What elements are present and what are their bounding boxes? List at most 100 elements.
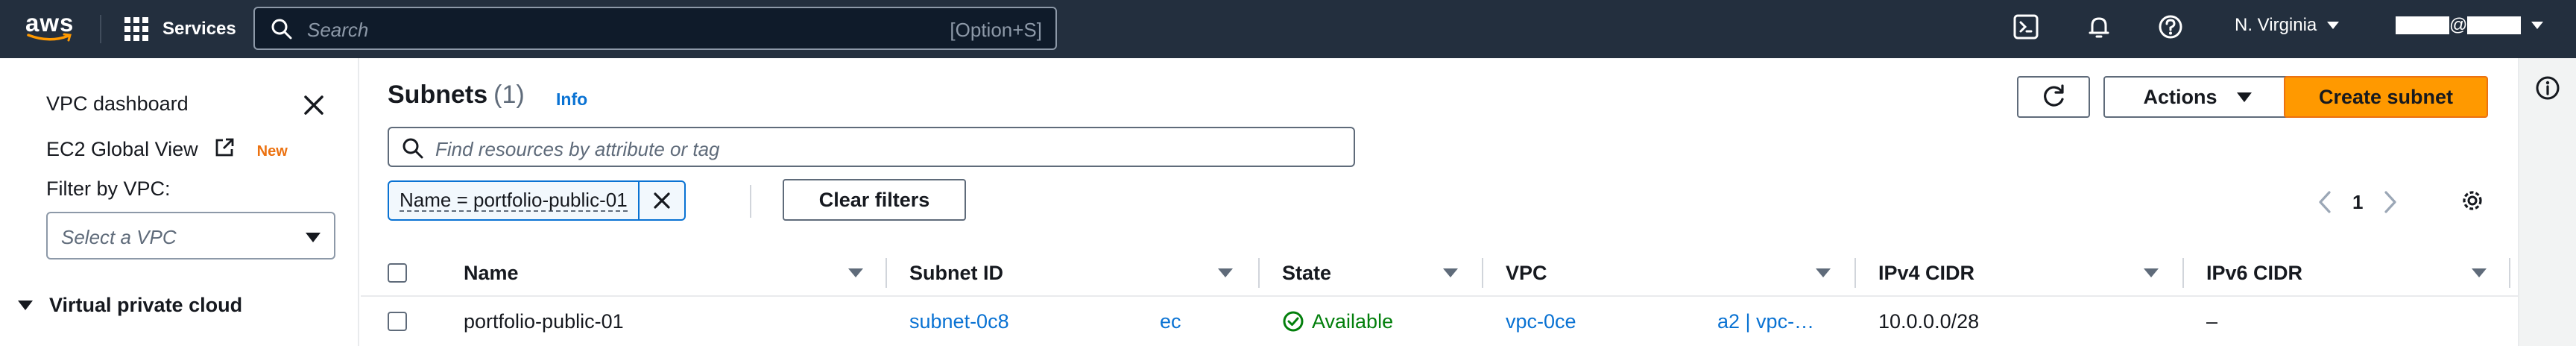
chevron-down-icon bbox=[2327, 22, 2340, 29]
column-resizer[interactable] bbox=[886, 258, 887, 288]
cloudshell-icon[interactable] bbox=[2012, 13, 2042, 43]
column-label: Name bbox=[464, 261, 519, 284]
create-subnet-button[interactable]: Create subnet bbox=[2284, 76, 2488, 118]
filter-token-text: Name = portfolio-public-01 bbox=[400, 189, 628, 212]
column-header-ipv4-cidr[interactable]: IPv4 CIDR bbox=[1878, 249, 1974, 297]
sort-icon[interactable] bbox=[1443, 268, 1458, 277]
cell-vpc-link[interactable]: vpc-0ce bbox=[1506, 297, 1576, 346]
page-title: Subnets (1) bbox=[388, 81, 525, 110]
column-label: VPC bbox=[1506, 261, 1547, 284]
column-label: IPv6 CIDR bbox=[2206, 261, 2303, 284]
column-resizer[interactable] bbox=[1258, 258, 1260, 288]
pagination: 1 bbox=[2317, 189, 2399, 215]
sidebar-item-ec2-global-view[interactable]: EC2 Global View New bbox=[46, 137, 288, 161]
chevron-left-icon[interactable] bbox=[2317, 189, 2333, 215]
table-header: Name Subnet ID State VPC IPv4 CIDR IPv6 … bbox=[361, 249, 2518, 297]
aws-smile-icon bbox=[27, 33, 72, 42]
cell-subnet-id-link[interactable]: subnet-0c8 bbox=[909, 297, 1009, 346]
ec2-global-view-label: EC2 Global View bbox=[46, 138, 198, 160]
new-badge: New bbox=[256, 143, 288, 160]
sort-icon[interactable] bbox=[2472, 268, 2487, 277]
column-label: State bbox=[1282, 261, 1332, 284]
info-link[interactable]: Info bbox=[556, 89, 587, 110]
close-icon[interactable] bbox=[301, 92, 326, 118]
cell-vpc-tail[interactable]: a2 | vpc-… bbox=[1717, 297, 1814, 346]
refresh-button[interactable] bbox=[2017, 76, 2090, 118]
filter-by-vpc-label: Filter by VPC: bbox=[46, 177, 171, 200]
caret-down-icon bbox=[18, 301, 33, 310]
aws-logo[interactable]: aws bbox=[25, 9, 78, 43]
redacted-account-name bbox=[2396, 16, 2449, 34]
region-label: N. Virginia bbox=[2235, 15, 2317, 35]
column-header-subnet-id[interactable]: Subnet ID bbox=[909, 249, 1003, 297]
cell-state: Available bbox=[1282, 297, 1393, 346]
page-title-text: Subnets bbox=[388, 81, 488, 109]
top-navigation: aws Services Search [Option+S] N. Virgin… bbox=[0, 0, 2576, 58]
current-page-number[interactable]: 1 bbox=[2352, 191, 2363, 214]
filter-token: Name = portfolio-public-01 bbox=[388, 180, 686, 221]
column-header-name[interactable]: Name bbox=[464, 249, 519, 297]
result-count: (1) bbox=[493, 81, 525, 109]
column-resizer[interactable] bbox=[2182, 258, 2184, 288]
column-label: IPv4 CIDR bbox=[1878, 261, 1975, 284]
help-icon[interactable] bbox=[2157, 13, 2187, 43]
search-placeholder: Search bbox=[307, 19, 369, 41]
column-header-ipv6-cidr[interactable]: IPv6 CIDR bbox=[2206, 249, 2302, 297]
redacted-account-id bbox=[2467, 16, 2522, 34]
refresh-icon bbox=[2044, 84, 2064, 107]
main-content: Subnets (1) Info Actions Create subnet Fi… bbox=[361, 58, 2518, 346]
external-link-icon bbox=[215, 138, 234, 157]
caret-down-icon bbox=[2236, 92, 2252, 102]
account-label: @ bbox=[2449, 15, 2468, 35]
sidebar-section-virtual-private-cloud[interactable]: Virtual private cloud bbox=[18, 294, 242, 317]
sidebar-item-vpc-dashboard[interactable]: VPC dashboard bbox=[46, 92, 189, 116]
sort-icon[interactable] bbox=[848, 268, 863, 277]
actions-dropdown-button[interactable]: Actions bbox=[2103, 76, 2291, 118]
nav-divider bbox=[100, 15, 101, 43]
sort-icon[interactable] bbox=[1218, 268, 1233, 277]
cell-ipv4-cidr: 10.0.0.0/28 bbox=[1878, 309, 1980, 333]
cell-subnet-id-tail[interactable]: ec bbox=[1160, 297, 1181, 346]
sort-icon[interactable] bbox=[1816, 268, 1831, 277]
table-row[interactable]: portfolio-public-01 subnet-0c8 ec Availa… bbox=[361, 297, 2518, 346]
search-icon bbox=[402, 138, 423, 159]
section-label: Virtual private cloud bbox=[49, 294, 243, 316]
clear-filters-button[interactable]: Clear filters bbox=[783, 179, 966, 221]
column-header-state[interactable]: State bbox=[1282, 249, 1331, 297]
sort-icon[interactable] bbox=[2144, 268, 2159, 277]
account-menu[interactable]: @ bbox=[2396, 15, 2544, 36]
column-resizer[interactable] bbox=[1482, 258, 1483, 288]
actions-label: Actions bbox=[2143, 85, 2217, 108]
grid-icon bbox=[124, 17, 148, 41]
clear-filters-label: Clear filters bbox=[818, 188, 930, 211]
right-utility-rail bbox=[2518, 58, 2576, 346]
chevron-right-icon[interactable] bbox=[2382, 189, 2399, 215]
vpc-filter-select[interactable]: Select a VPC bbox=[46, 212, 335, 260]
services-label: Services bbox=[162, 19, 236, 39]
search-shortcut-hint: [Option+S] bbox=[950, 19, 1042, 41]
column-header-vpc[interactable]: VPC bbox=[1506, 249, 1547, 297]
select-all-checkbox[interactable] bbox=[388, 263, 407, 283]
info-icon[interactable] bbox=[2534, 75, 2561, 101]
remove-filter-button[interactable] bbox=[639, 180, 686, 221]
state-label: Available bbox=[1312, 309, 1394, 333]
close-icon bbox=[654, 192, 670, 209]
create-subnet-label: Create subnet bbox=[2318, 85, 2454, 108]
services-menu-button[interactable]: Services bbox=[124, 15, 236, 43]
column-resizer[interactable] bbox=[2509, 258, 2510, 288]
filter-token-label[interactable]: Name = portfolio-public-01 bbox=[388, 180, 640, 221]
row-checkbox[interactable] bbox=[388, 312, 407, 331]
filter-divider bbox=[750, 185, 751, 218]
chevron-down-icon bbox=[2531, 22, 2544, 29]
column-resizer[interactable] bbox=[1854, 258, 1856, 288]
filter-placeholder: Find resources by attribute or tag bbox=[435, 138, 720, 160]
gear-icon[interactable] bbox=[2458, 186, 2487, 215]
vpc-select-placeholder: Select a VPC bbox=[61, 226, 177, 248]
global-search-input[interactable]: Search [Option+S] bbox=[253, 7, 1057, 50]
search-icon bbox=[271, 19, 292, 40]
resource-filter-input[interactable]: Find resources by attribute or tag bbox=[388, 127, 1355, 167]
notifications-bell-icon[interactable] bbox=[2086, 13, 2115, 43]
success-check-icon bbox=[1283, 311, 1304, 332]
cell-ipv6-cidr: – bbox=[2206, 309, 2218, 333]
region-selector[interactable]: N. Virginia bbox=[2235, 15, 2340, 36]
